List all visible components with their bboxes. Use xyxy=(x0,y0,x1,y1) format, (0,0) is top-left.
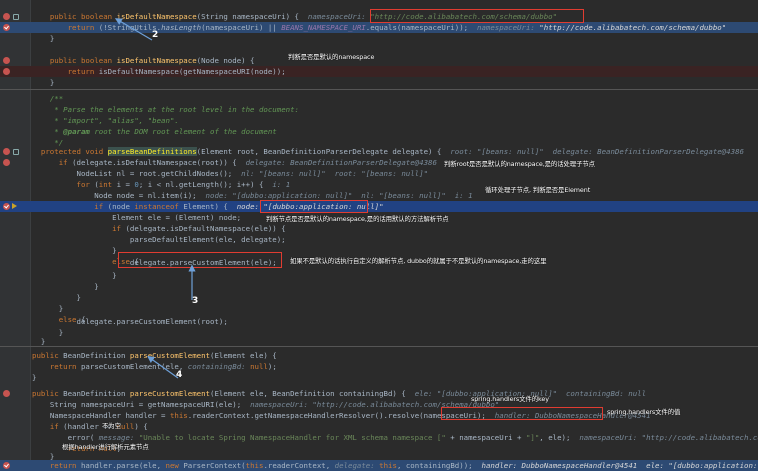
annotation-custom-parse: 如果不是默认的话执行自定义的解析节点, dubbo的就属于不是默认的namesp… xyxy=(290,257,547,265)
annotation-default-namespace: 判断是否是默认的namespace xyxy=(288,53,375,61)
annotation-loop-children: 循环处理子节点, 判断是否是Element xyxy=(485,186,591,194)
arrow-2 xyxy=(114,18,153,41)
arrow-4 xyxy=(147,355,179,379)
annotation-arrows xyxy=(114,18,196,379)
annotation-root-default: 判断root是否是默认的namespace,是的话处理子节点 xyxy=(444,160,595,168)
annotation-node-default: 判断节点是否是默认的namespace,是的话用默认的方法解析节点 xyxy=(266,215,449,223)
step-number-2: 2 xyxy=(152,30,159,40)
step-number-3: 3 xyxy=(192,296,199,306)
annotation-not-null: 不为空 xyxy=(102,422,121,430)
annotation-parse-by-handler: 根据handler进行解析元素节点 xyxy=(62,443,149,451)
code-editor[interactable]: public boolean isDefaultNamespace(String… xyxy=(0,0,758,471)
annotation-handlers-value: spring.handlers文件的值 xyxy=(607,408,681,416)
step-number-4: 4 xyxy=(176,370,183,380)
annotation-handlers-key: spring.handlers文件的key xyxy=(471,395,549,403)
